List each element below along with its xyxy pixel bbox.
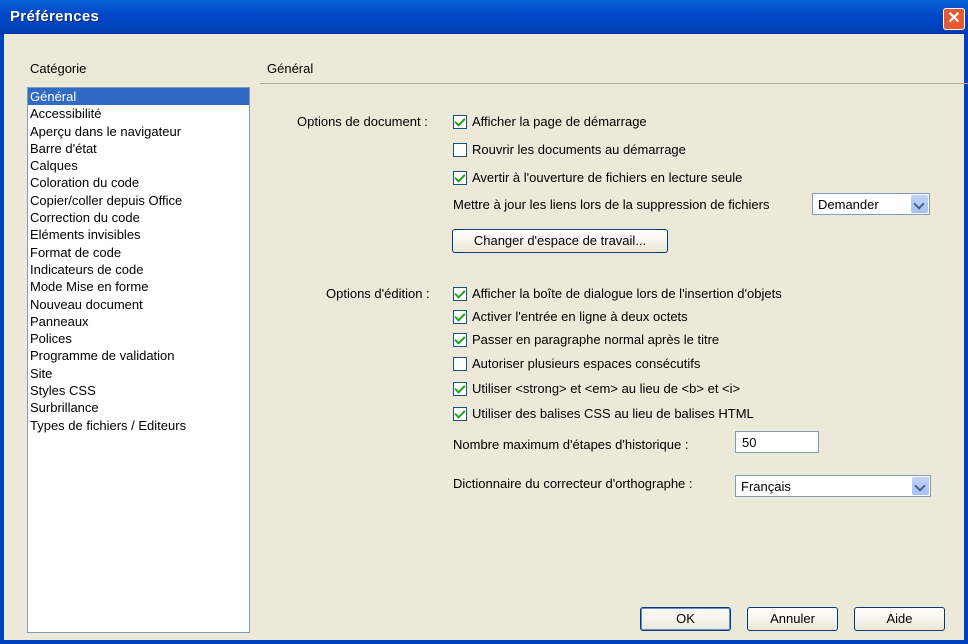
- cancel-button[interactable]: Annuler: [747, 607, 838, 631]
- show-start-page-checkbox[interactable]: [453, 115, 467, 129]
- reopen-docs-label[interactable]: Rouvrir les documents au démarrage: [472, 142, 686, 157]
- show-insert-dialog-label[interactable]: Afficher la boîte de dialogue lors de l'…: [472, 286, 782, 301]
- category-item[interactable]: Programme de validation: [28, 347, 249, 364]
- dictionary-label: Dictionnaire du correcteur d'orthographe…: [453, 476, 693, 491]
- category-list[interactable]: Général Accessibilité Aperçu dans le navig…: [27, 87, 250, 633]
- normal-paragraph-checkbox[interactable]: [453, 333, 467, 347]
- chevron-down-icon[interactable]: [912, 477, 929, 495]
- multiple-spaces-checkbox[interactable]: [453, 357, 467, 371]
- document-options-label: Options de document :: [297, 114, 428, 129]
- category-item[interactable]: Polices: [28, 330, 249, 347]
- warn-readonly-label[interactable]: Avertir à l'ouverture de fichiers en lec…: [472, 170, 742, 185]
- show-start-page-label[interactable]: Afficher la page de démarrage: [472, 114, 647, 129]
- show-insert-dialog-checkbox[interactable]: [453, 287, 467, 301]
- title-bar: Préférences ✕: [0, 0, 968, 34]
- ok-button[interactable]: OK: [640, 607, 731, 631]
- close-button[interactable]: ✕: [943, 8, 965, 30]
- panel-title-divider: [260, 83, 968, 84]
- warn-readonly-checkbox[interactable]: [453, 171, 467, 185]
- category-item[interactable]: Site: [28, 365, 249, 382]
- category-item[interactable]: Panneaux: [28, 313, 249, 330]
- category-item[interactable]: Accessibilité: [28, 105, 249, 122]
- category-item[interactable]: Aperçu dans le navigateur: [28, 123, 249, 140]
- dictionary-select[interactable]: Français: [735, 475, 931, 497]
- double-byte-label[interactable]: Activer l'entrée en ligne à deux octets: [472, 309, 688, 324]
- category-item[interactable]: Calques: [28, 157, 249, 174]
- category-item[interactable]: Indicateurs de code: [28, 261, 249, 278]
- category-item[interactable]: Format de code: [28, 244, 249, 261]
- double-byte-checkbox[interactable]: [453, 310, 467, 324]
- reopen-docs-checkbox[interactable]: [453, 143, 467, 157]
- css-tags-checkbox[interactable]: [453, 407, 467, 421]
- css-tags-label[interactable]: Utiliser des balises CSS au lieu de bali…: [472, 406, 754, 421]
- update-links-value: Demander: [818, 197, 879, 212]
- category-item[interactable]: Styles CSS: [28, 382, 249, 399]
- panel-title: Général: [267, 61, 314, 76]
- update-links-label: Mettre à jour les liens lors de la suppr…: [453, 197, 770, 212]
- history-label: Nombre maximum d'étapes d'historique :: [453, 437, 689, 452]
- help-button[interactable]: Aide: [854, 607, 945, 631]
- category-item[interactable]: Nouveau document: [28, 296, 249, 313]
- category-item[interactable]: Général: [28, 88, 249, 106]
- change-workspace-button[interactable]: Changer d'espace de travail...: [452, 229, 668, 253]
- category-header: Catégorie: [30, 61, 87, 76]
- category-item[interactable]: Coloration du code: [28, 174, 249, 191]
- history-value: 50: [742, 435, 757, 450]
- history-input[interactable]: 50: [735, 431, 819, 453]
- category-item[interactable]: Eléments invisibles: [28, 226, 249, 243]
- multiple-spaces-label[interactable]: Autoriser plusieurs espaces consécutifs: [472, 356, 700, 371]
- window-title: Préférences: [10, 8, 100, 25]
- chevron-down-icon[interactable]: [911, 195, 928, 213]
- category-item[interactable]: Surbrillance: [28, 399, 249, 416]
- category-item[interactable]: Copier/coller depuis Office: [28, 192, 249, 209]
- category-item[interactable]: Barre d'état: [28, 140, 249, 157]
- dictionary-value: Français: [741, 479, 791, 494]
- category-item[interactable]: Correction du code: [28, 209, 249, 226]
- category-item[interactable]: Mode Mise en forme: [28, 278, 249, 295]
- strong-em-label[interactable]: Utiliser <strong> et <em> au lieu de <b>…: [472, 381, 740, 396]
- category-item[interactable]: Types de fichiers / Editeurs: [28, 417, 249, 434]
- normal-paragraph-label[interactable]: Passer en paragraphe normal après le tit…: [472, 332, 719, 347]
- strong-em-checkbox[interactable]: [453, 382, 467, 396]
- edit-options-label: Options d'édition :: [326, 286, 430, 301]
- update-links-select[interactable]: Demander: [812, 193, 930, 215]
